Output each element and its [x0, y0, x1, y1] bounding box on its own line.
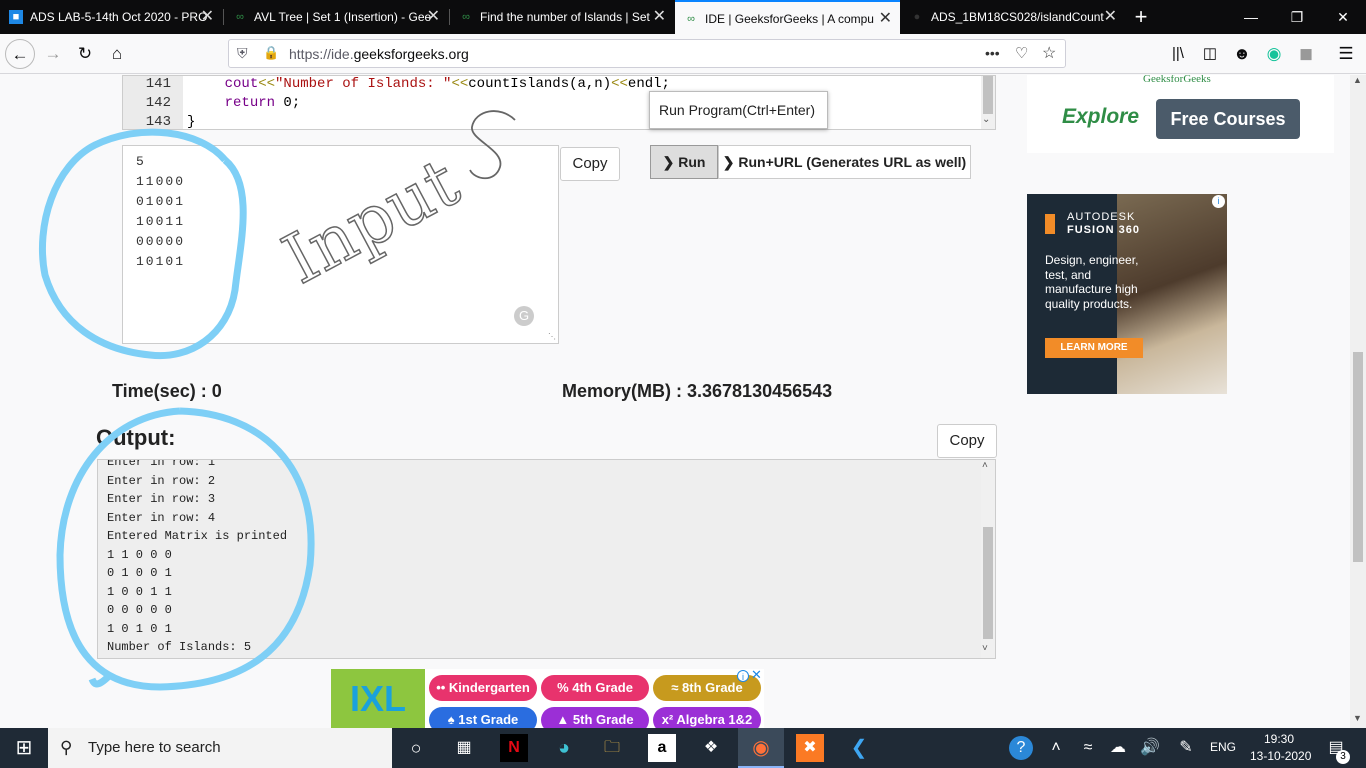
nav-bar: ← → ↻ ⌂ ⛨ 🔒 https://ide.geeksforgeeks.or… [0, 34, 1366, 74]
taskbar: ⊞ ⚲ Type here to search ○ ▦ N ◕ 🗀 a ❖ ◉ … [0, 728, 1366, 768]
onedrive-icon[interactable]: ☁ [1104, 734, 1132, 762]
close-window-button[interactable]: ✕ [1320, 0, 1366, 34]
tab-bar: ■ ADS LAB-5-14th Oct 2020 - PRO ✕ ∞ AVL … [0, 0, 1366, 34]
help-icon[interactable]: ? [1009, 736, 1033, 760]
taskbar-search[interactable]: ⚲ Type here to search [48, 728, 392, 768]
amazon-icon[interactable]: a [648, 734, 676, 762]
close-icon[interactable]: ✕ [201, 0, 214, 34]
tab-title: IDE | GeeksforGeeks | A compu [705, 12, 874, 26]
classroom-icon: ■ [9, 10, 23, 24]
input-handwriting: Input [271, 143, 472, 300]
firefox-taskbar-button[interactable]: ◉ [738, 728, 784, 768]
close-icon[interactable]: ✕ [879, 2, 892, 34]
back-button[interactable]: ← [5, 39, 35, 69]
sidebar-icon[interactable]: ◫ [1195, 39, 1225, 69]
clock-date[interactable]: 13-10-2020 [1250, 749, 1311, 763]
tab-ide[interactable]: ∞ IDE | GeeksforGeeks | A compu ✕ [675, 0, 900, 34]
url-domain: geeksforgeeks.org [353, 46, 469, 62]
tab-title: ADS_1BM18CS028/islandCount [931, 10, 1104, 24]
library-icon[interactable]: ||\ [1163, 39, 1193, 69]
page-content: 141 142 143 cout<<"Number of Islands: "<… [0, 75, 1350, 728]
reload-button[interactable]: ↻ [70, 39, 100, 69]
menu-icon[interactable]: ☰ [1331, 39, 1361, 69]
gfg-icon: ∞ [687, 13, 695, 25]
page-scrollbar[interactable]: ▲ ▼ [1350, 75, 1366, 728]
gfg-icon: ∞ [236, 11, 244, 23]
close-icon[interactable]: ✕ [1104, 0, 1117, 34]
xampp-icon[interactable]: ✖ [796, 734, 824, 762]
scroll-thumb[interactable] [1353, 352, 1363, 562]
github-icon: ● [913, 11, 921, 23]
notification-count: 3 [1336, 750, 1350, 764]
tab-find-islands[interactable]: ∞ Find the number of Islands | Set ✕ [450, 0, 674, 34]
tab-avl-tree[interactable]: ∞ AVL Tree | Set 1 (Insertion) - Gee ✕ [224, 0, 448, 34]
netflix-icon[interactable]: N [500, 734, 528, 762]
file-explorer-icon[interactable]: 🗀 [598, 734, 626, 762]
pocket-icon[interactable]: ♡ [1015, 44, 1028, 62]
minimize-button[interactable]: — [1228, 0, 1274, 34]
output-circle-tail [88, 672, 113, 688]
network-icon[interactable]: ≈ [1074, 734, 1102, 762]
url-prefix: https://ide. [289, 46, 354, 62]
volume-icon[interactable]: 🔊 [1136, 734, 1164, 762]
tab-title: Find the number of Islands | Set [480, 10, 650, 24]
task-view-icon[interactable]: ▦ [450, 734, 478, 762]
edge-icon[interactable]: ◕ [550, 734, 578, 762]
dropbox-icon[interactable]: ❖ [697, 734, 725, 762]
grammarly-icon[interactable]: ◉ [1259, 39, 1289, 69]
tab-title: ADS LAB-5-14th Oct 2020 - PRO [30, 10, 208, 24]
restore-button[interactable]: ❐ [1274, 0, 1320, 34]
extension-icon[interactable]: ◼ [1291, 39, 1321, 69]
new-tab-button[interactable]: + [1118, 0, 1164, 34]
language-indicator[interactable]: ENG [1210, 740, 1236, 754]
search-icon: ⚲ [60, 738, 73, 757]
tab-github[interactable]: ● ADS_1BM18CS028/islandCount ✕ [901, 0, 1125, 34]
url-bar[interactable]: ⛨ 🔒 https://ide.geeksforgeeks.org ••• ♡ … [228, 39, 1066, 68]
forward-button[interactable]: → [38, 39, 68, 69]
chevron-up-icon[interactable]: ˄ [1042, 734, 1070, 762]
tab-ads-lab[interactable]: ■ ADS LAB-5-14th Oct 2020 - PRO ✕ [0, 0, 222, 34]
output-circle-annotation [56, 407, 315, 691]
home-button[interactable]: ⌂ [102, 39, 132, 69]
lock-icon[interactable]: 🔒 [263, 45, 279, 61]
account-icon[interactable]: ☻ [1227, 39, 1257, 69]
vscode-icon[interactable]: ❮ [845, 734, 873, 762]
handwriting-s [469, 110, 516, 180]
close-icon[interactable]: ✕ [427, 0, 440, 34]
gfg-icon: ∞ [462, 11, 470, 23]
cortana-icon[interactable]: ○ [402, 734, 430, 762]
firefox-icon: ◉ [752, 737, 770, 759]
clock-time[interactable]: 19:30 [1264, 732, 1294, 746]
page-actions-icon[interactable]: ••• [985, 45, 1000, 61]
tab-title: AVL Tree | Set 1 (Insertion) - Gee [254, 10, 432, 24]
shield-icon[interactable]: ⛨ [237, 45, 248, 62]
bookmark-star-icon[interactable]: ☆ [1042, 43, 1056, 63]
close-icon[interactable]: ✕ [653, 0, 666, 34]
chevron-down-icon[interactable]: ▼ [1353, 713, 1362, 723]
search-placeholder: Type here to search [88, 739, 221, 756]
input-circle-annotation [38, 128, 247, 360]
windows-start-icon[interactable]: ⊞ [10, 734, 38, 762]
annotation-overlay: Input [38, 110, 516, 691]
pen-icon[interactable]: ✎ [1172, 734, 1200, 762]
chevron-up-icon[interactable]: ▲ [1353, 75, 1362, 85]
